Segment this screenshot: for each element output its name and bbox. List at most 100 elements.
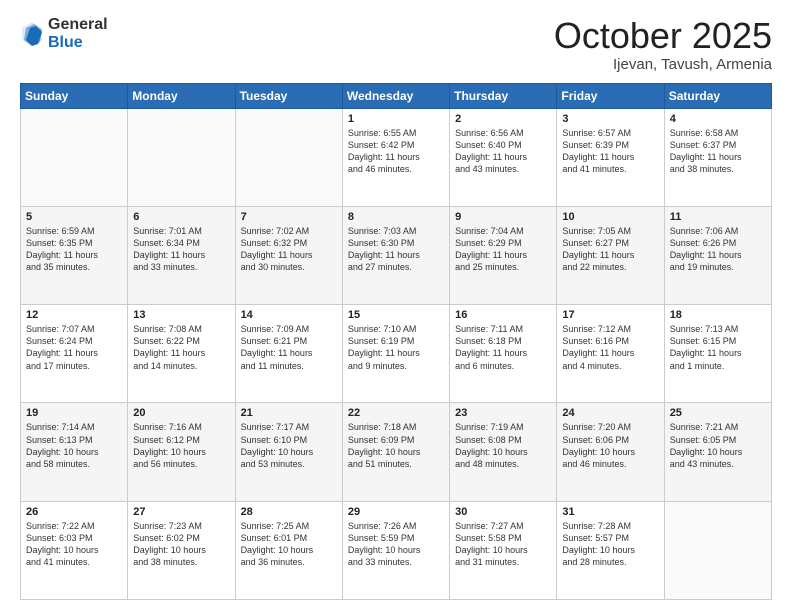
header: General Blue October 2025 Ijevan, Tavush… [20,16,772,73]
col-wednesday: Wednesday [342,83,449,108]
calendar-cell: 19 Sunrise: 7:14 AM Sunset: 6:13 PM Dayli… [21,403,128,501]
day-info: Sunrise: 7:11 AM Sunset: 6:18 PM Dayligh… [455,323,551,372]
day-info: Sunrise: 7:01 AM Sunset: 6:34 PM Dayligh… [133,225,229,274]
day-number: 19 [26,407,122,419]
day-info: Sunrise: 7:19 AM Sunset: 6:08 PM Dayligh… [455,421,551,470]
calendar-cell: 9Sunrise: 7:04 AM Sunset: 6:29 PM Daylig… [450,206,557,304]
day-number: 11 [670,211,766,223]
calendar-week-row-2: 5 Sunrise: 6:59 AM Sunset: 6:35 PM Daylig… [21,206,772,304]
page: General Blue October 2025 Ijevan, Tavush… [0,0,792,612]
day-number: 10 [562,211,658,223]
col-sunday: Sunday [21,83,128,108]
day-number: 5 [26,211,122,223]
day-info: Sunrise: 7:22 AM Sunset: 6:03 PM Dayligh… [26,520,122,569]
day-number: 4 [670,113,766,125]
day-info: Sunrise: 7:23 AM Sunset: 6:02 PM Dayligh… [133,520,229,569]
day-number: 26 [26,506,122,518]
day-number: 27 [133,506,229,518]
day-number: 1 [348,113,444,125]
calendar-cell: 18 Sunrise: 7:13 AM Sunset: 6:15 PM Dayli… [664,305,771,403]
calendar-cell: 2 Sunrise: 6:56 AM Sunset: 6:40 PM Daylig… [450,108,557,206]
calendar-cell: 26 Sunrise: 7:22 AM Sunset: 6:03 PM Dayli… [21,501,128,599]
col-tuesday: Tuesday [235,83,342,108]
calendar-cell: 13 Sunrise: 7:08 AM Sunset: 6:22 PM Dayli… [128,305,235,403]
logo-blue-text: Blue [48,34,108,52]
calendar-cell [235,108,342,206]
calendar-cell: 21 Sunrise: 7:17 AM Sunset: 6:10 PM Dayli… [235,403,342,501]
calendar-cell: 6 Sunrise: 7:01 AM Sunset: 6:34 PM Daylig… [128,206,235,304]
day-number: 3 [562,113,658,125]
day-info: Sunrise: 6:58 AM Sunset: 6:37 PM Dayligh… [670,127,766,176]
calendar-week-row-4: 19 Sunrise: 7:14 AM Sunset: 6:13 PM Dayli… [21,403,772,501]
day-info: Sunrise: 7:14 AM Sunset: 6:13 PM Dayligh… [26,421,122,470]
calendar-cell: 17 Sunrise: 7:12 AM Sunset: 6:16 PM Dayli… [557,305,664,403]
calendar-cell: 10Sunrise: 7:05 AM Sunset: 6:27 PM Dayli… [557,206,664,304]
day-info: Sunrise: 7:02 AM Sunset: 6:32 PM Dayligh… [241,225,337,274]
day-info: Sunrise: 6:55 AM Sunset: 6:42 PM Dayligh… [348,127,444,176]
calendar-cell [128,108,235,206]
calendar-cell: 22Sunrise: 7:18 AM Sunset: 6:09 PM Dayli… [342,403,449,501]
col-thursday: Thursday [450,83,557,108]
calendar-cell: 24Sunrise: 7:20 AM Sunset: 6:06 PM Dayli… [557,403,664,501]
day-number: 25 [670,407,766,419]
day-info: Sunrise: 7:25 AM Sunset: 6:01 PM Dayligh… [241,520,337,569]
calendar-cell: 4 Sunrise: 6:58 AM Sunset: 6:37 PM Daylig… [664,108,771,206]
day-number: 14 [241,309,337,321]
day-info: Sunrise: 7:12 AM Sunset: 6:16 PM Dayligh… [562,323,658,372]
day-number: 16 [455,309,551,321]
day-info: Sunrise: 7:06 AM Sunset: 6:26 PM Dayligh… [670,225,766,274]
calendar-cell: 16 Sunrise: 7:11 AM Sunset: 6:18 PM Dayli… [450,305,557,403]
day-number: 6 [133,211,229,223]
calendar-cell: 28Sunrise: 7:25 AM Sunset: 6:01 PM Dayli… [235,501,342,599]
calendar-cell: 7Sunrise: 7:02 AM Sunset: 6:32 PM Daylig… [235,206,342,304]
day-number: 21 [241,407,337,419]
calendar-cell [664,501,771,599]
day-info: Sunrise: 7:28 AM Sunset: 5:57 PM Dayligh… [562,520,658,569]
day-number: 22 [348,407,444,419]
day-number: 23 [455,407,551,419]
day-info: Sunrise: 7:07 AM Sunset: 6:24 PM Dayligh… [26,323,122,372]
day-number: 18 [670,309,766,321]
day-number: 13 [133,309,229,321]
day-info: Sunrise: 7:17 AM Sunset: 6:10 PM Dayligh… [241,421,337,470]
title-location: Ijevan, Tavush, Armenia [554,56,772,73]
calendar-cell: 25Sunrise: 7:21 AM Sunset: 6:05 PM Dayli… [664,403,771,501]
day-info: Sunrise: 6:56 AM Sunset: 6:40 PM Dayligh… [455,127,551,176]
day-info: Sunrise: 7:10 AM Sunset: 6:19 PM Dayligh… [348,323,444,372]
logo-text: General Blue [48,16,108,51]
day-number: 30 [455,506,551,518]
day-info: Sunrise: 7:27 AM Sunset: 5:58 PM Dayligh… [455,520,551,569]
day-info: Sunrise: 6:57 AM Sunset: 6:39 PM Dayligh… [562,127,658,176]
calendar-week-row-3: 12 Sunrise: 7:07 AM Sunset: 6:24 PM Dayli… [21,305,772,403]
col-monday: Monday [128,83,235,108]
calendar-cell: 27 Sunrise: 7:23 AM Sunset: 6:02 PM Dayli… [128,501,235,599]
title-block: October 2025 Ijevan, Tavush, Armenia [554,16,772,73]
col-saturday: Saturday [664,83,771,108]
calendar-cell: 20Sunrise: 7:16 AM Sunset: 6:12 PM Dayli… [128,403,235,501]
logo-icon [20,20,44,48]
day-info: Sunrise: 7:08 AM Sunset: 6:22 PM Dayligh… [133,323,229,372]
calendar-cell: 11 Sunrise: 7:06 AM Sunset: 6:26 PM Dayli… [664,206,771,304]
logo: General Blue [20,16,108,51]
calendar-cell: 12 Sunrise: 7:07 AM Sunset: 6:24 PM Dayli… [21,305,128,403]
calendar-cell: 3 Sunrise: 6:57 AM Sunset: 6:39 PM Daylig… [557,108,664,206]
calendar-cell: 23 Sunrise: 7:19 AM Sunset: 6:08 PM Dayli… [450,403,557,501]
calendar-cell: 5 Sunrise: 6:59 AM Sunset: 6:35 PM Daylig… [21,206,128,304]
calendar-cell: 31Sunrise: 7:28 AM Sunset: 5:57 PM Dayli… [557,501,664,599]
day-info: Sunrise: 7:13 AM Sunset: 6:15 PM Dayligh… [670,323,766,372]
day-number: 2 [455,113,551,125]
calendar-cell: 1 Sunrise: 6:55 AM Sunset: 6:42 PM Daylig… [342,108,449,206]
calendar-cell: 30 Sunrise: 7:27 AM Sunset: 5:58 PM Dayli… [450,501,557,599]
day-number: 12 [26,309,122,321]
day-info: Sunrise: 7:09 AM Sunset: 6:21 PM Dayligh… [241,323,337,372]
calendar-week-row-5: 26 Sunrise: 7:22 AM Sunset: 6:03 PM Dayli… [21,501,772,599]
title-month: October 2025 [554,16,772,56]
day-info: Sunrise: 7:26 AM Sunset: 5:59 PM Dayligh… [348,520,444,569]
day-number: 8 [348,211,444,223]
col-friday: Friday [557,83,664,108]
day-number: 17 [562,309,658,321]
day-info: Sunrise: 6:59 AM Sunset: 6:35 PM Dayligh… [26,225,122,274]
day-info: Sunrise: 7:03 AM Sunset: 6:30 PM Dayligh… [348,225,444,274]
calendar-cell: 8 Sunrise: 7:03 AM Sunset: 6:30 PM Daylig… [342,206,449,304]
calendar-cell: 14 Sunrise: 7:09 AM Sunset: 6:21 PM Dayli… [235,305,342,403]
